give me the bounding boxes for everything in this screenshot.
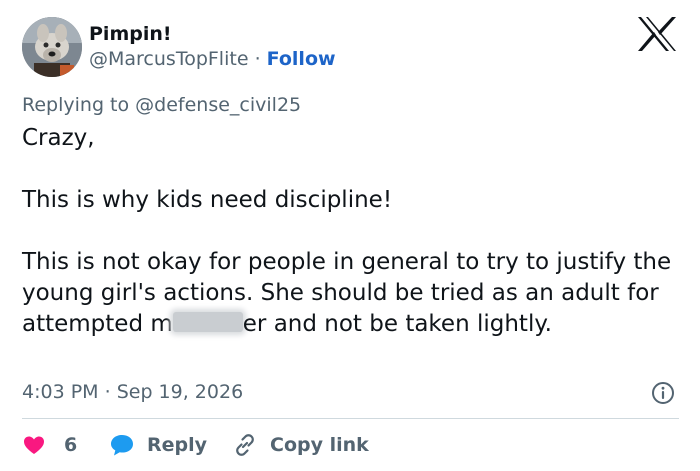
author-handle[interactable]: @MarcusTopFlite: [89, 48, 249, 70]
tweet-time: 4:03 PM: [22, 381, 99, 403]
avatar[interactable]: [22, 17, 82, 77]
tweet-line-2: This is why kids need discipline!: [22, 187, 393, 213]
author-name[interactable]: Pimpin!: [89, 22, 172, 46]
handle-separator: ·: [254, 48, 261, 70]
copy-link-button[interactable]: Copy link: [232, 430, 369, 460]
copy-link-label: Copy link: [270, 434, 369, 456]
tweet-date: Sep 19, 2026: [116, 381, 244, 403]
like-button[interactable]: 6: [22, 430, 77, 460]
replying-to: Replying to @defense_civil25: [22, 93, 301, 117]
replying-prefix: Replying to: [22, 94, 130, 116]
info-icon[interactable]: [651, 381, 675, 405]
heart-icon: [24, 436, 44, 454]
link-icon: [236, 434, 254, 456]
redaction-blur: [172, 312, 243, 332]
author-handle-row: @MarcusTopFlite · Follow: [89, 47, 336, 71]
reply-label: Reply: [147, 434, 208, 456]
replying-mention[interactable]: @defense_civil25: [135, 94, 301, 116]
tweet-timestamp[interactable]: 4:03 PM · Sep 19, 2026: [22, 380, 243, 404]
tweet-line-3-after: er and not be taken lightly.: [242, 311, 552, 337]
tweet-line-3: This is not okay for people in general t…: [22, 247, 687, 340]
tweet-text: Crazy, This is why kids need discipline!…: [22, 123, 687, 340]
timestamp-separator: ·: [104, 381, 111, 403]
follow-button[interactable]: Follow: [267, 48, 336, 70]
x-logo-icon[interactable]: [636, 16, 678, 52]
like-count: 6: [64, 434, 78, 456]
reply-button[interactable]: Reply: [109, 430, 207, 460]
divider: [22, 418, 679, 419]
reply-bubble-icon: [111, 435, 133, 456]
tweet-line-1: Crazy,: [22, 125, 95, 151]
